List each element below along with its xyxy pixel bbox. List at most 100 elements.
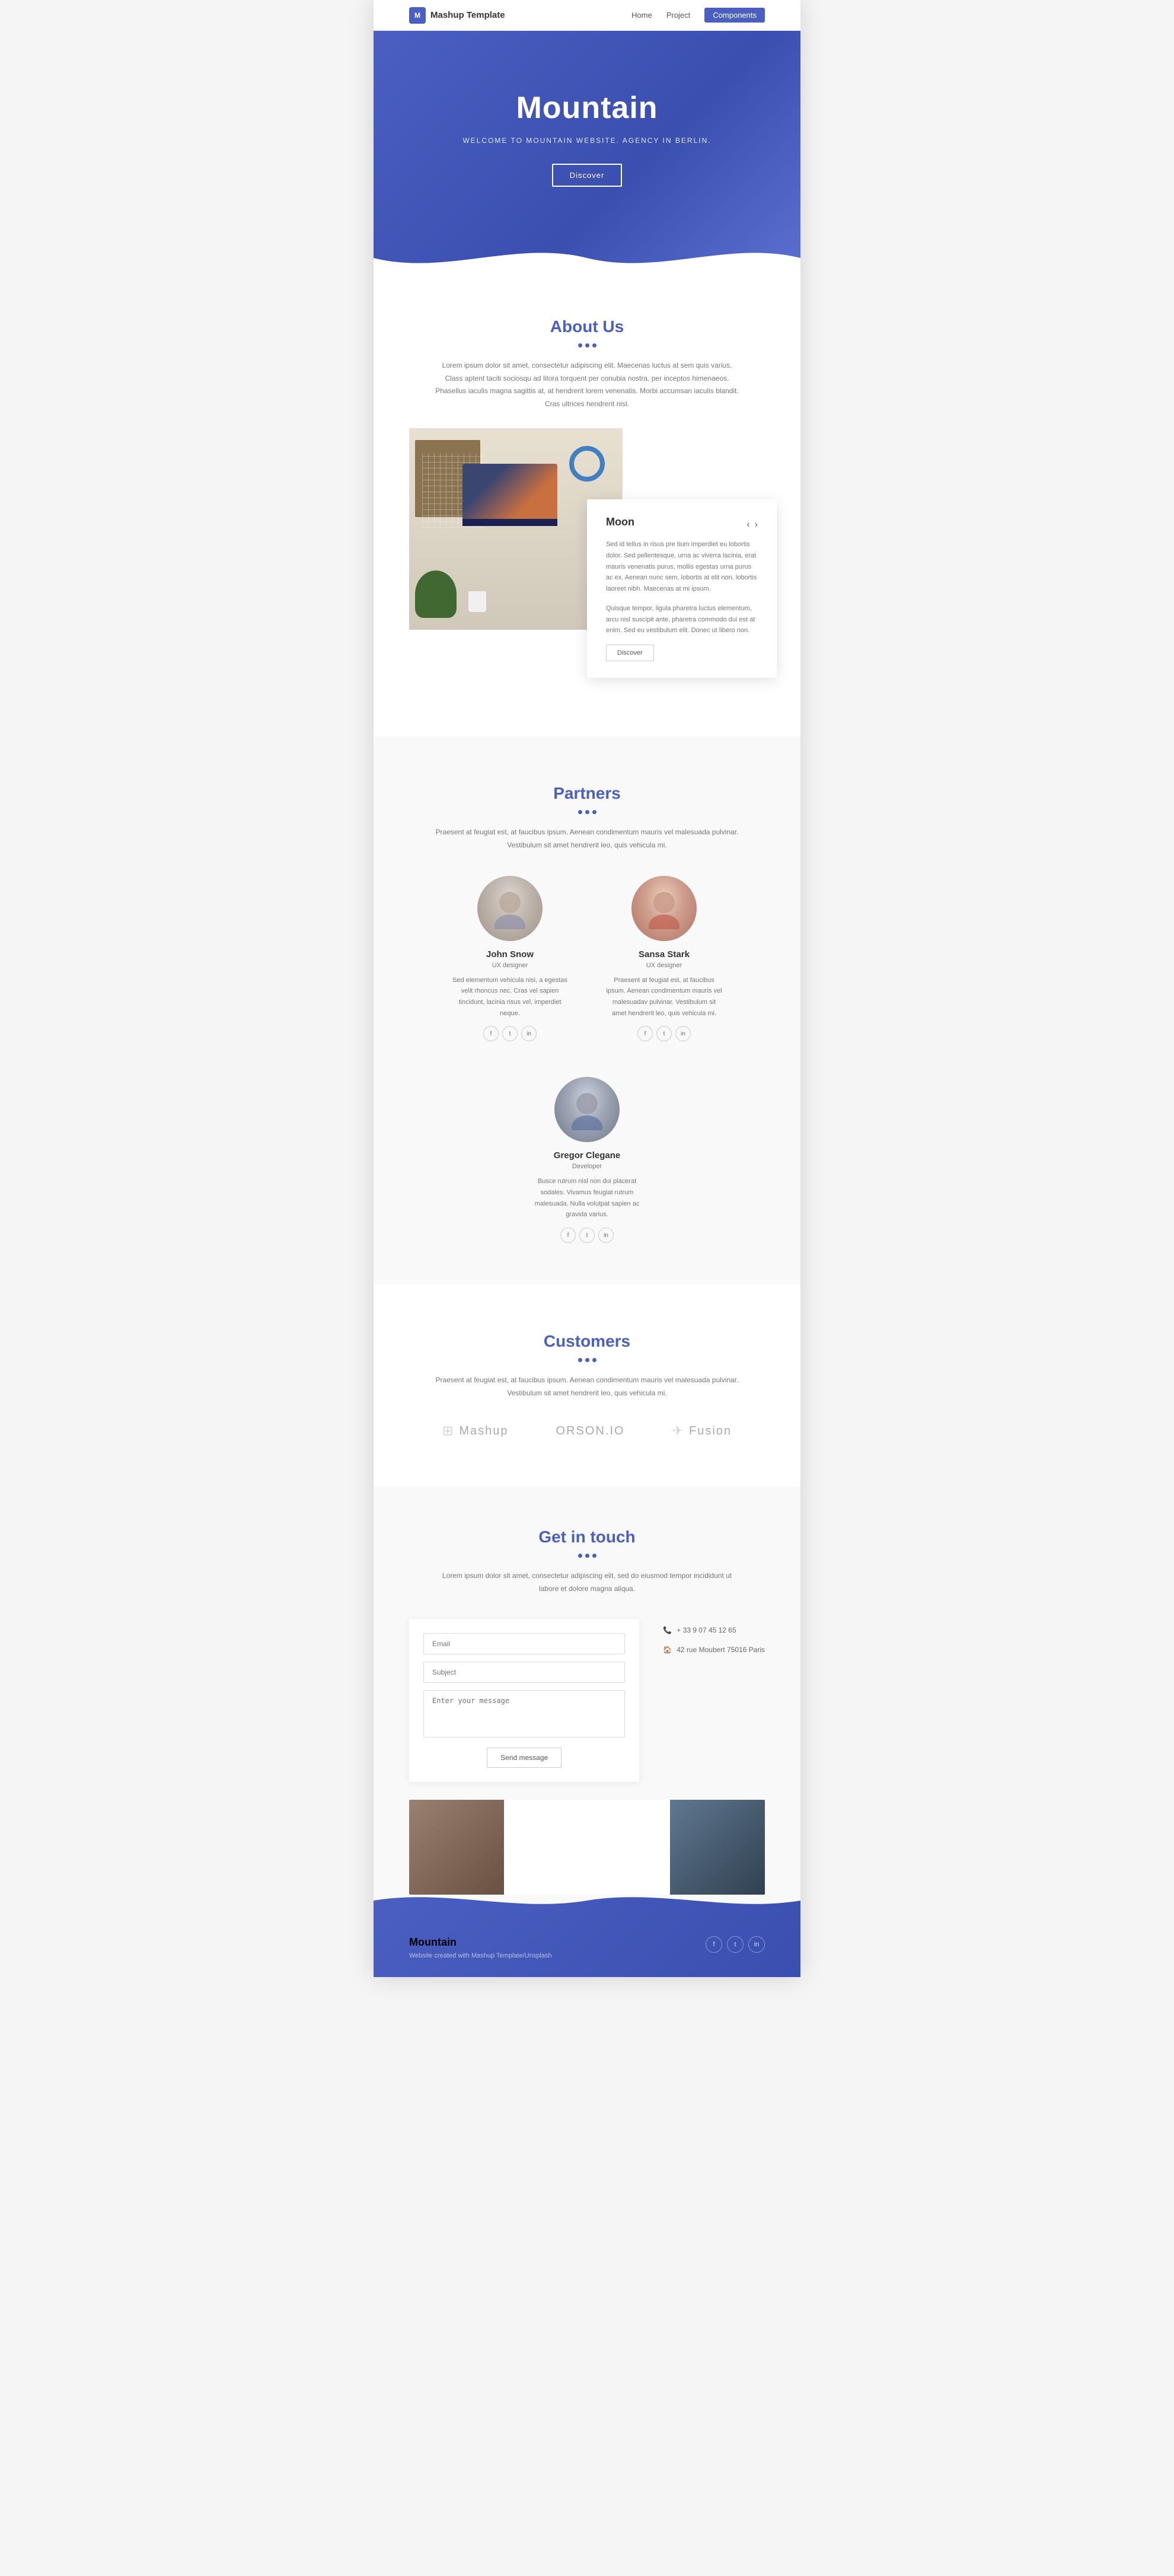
about-title: About Us — [409, 317, 765, 336]
contact-img-center — [504, 1800, 670, 1895]
send-button[interactable]: Send message — [487, 1748, 562, 1768]
partners-subtitle: Praesent at feugiat est, at faucibus ips… — [433, 826, 741, 852]
twitter-icon-1[interactable]: t — [502, 1026, 518, 1041]
twitter-icon-2[interactable]: t — [656, 1026, 672, 1041]
partner-role-1: UX designer — [451, 962, 569, 969]
partner-name-1: John Snow — [451, 949, 569, 959]
footer-wave — [374, 1895, 800, 1924]
avatar-svg-1 — [492, 888, 528, 929]
about-card: Moon ‹ › Sed id tellus in risus pre tium… — [587, 499, 777, 678]
card-title: Moon — [606, 516, 634, 528]
hero-cta-button[interactable]: Discover — [552, 164, 623, 187]
card-discover-button[interactable]: Discover — [606, 645, 654, 661]
nav-links: Home Project Components — [631, 8, 765, 23]
dot-p1 — [578, 810, 582, 814]
brand: M Mashup Template — [409, 7, 505, 24]
contact-img-right — [670, 1800, 765, 1895]
dot-3 — [592, 343, 596, 347]
customer-name-2: ORSON.IO — [556, 1424, 625, 1438]
twitter-icon-3[interactable]: t — [579, 1228, 595, 1243]
partner-card-3: Gregor Clegane Developer Busce rutrum ni… — [528, 1077, 646, 1243]
footer-facebook-icon[interactable]: f — [706, 1936, 722, 1953]
footer: Mountain Website created with Mashup Tem… — [374, 1895, 800, 1977]
subject-input[interactable] — [423, 1662, 625, 1683]
customers-dots — [409, 1358, 765, 1362]
nav-components[interactable]: Components — [704, 8, 765, 23]
about-text: Lorem ipsum dolor sit amet, consectetur … — [433, 359, 741, 410]
customers-section: Customers Praesent at feugiat est, at fa… — [374, 1284, 800, 1486]
partner-role-3: Developer — [528, 1163, 646, 1170]
customer-name-1: Mashup — [459, 1424, 508, 1438]
dot-ct2 — [585, 1554, 589, 1558]
partners-grid: John Snow UX designer Sed elementum vehi… — [409, 876, 765, 1244]
laptop-screen — [462, 464, 557, 518]
nav-home[interactable]: Home — [631, 11, 652, 20]
brand-icon: M — [409, 7, 426, 24]
about-dots — [409, 343, 765, 347]
phone-icon: 📞 — [663, 1622, 672, 1638]
partner-avatar-3 — [554, 1077, 620, 1142]
footer-linkedin-icon[interactable]: in — [748, 1936, 765, 1953]
partner-desc-2: Praesent at feugiat est, at faucibus ips… — [605, 975, 723, 1019]
desk-plant — [415, 570, 457, 618]
navbar: M Mashup Template Home Project Component… — [374, 0, 800, 31]
hero-wave — [374, 234, 800, 270]
dot-p3 — [592, 810, 596, 814]
hero-section: Mountain WELCOME TO MOUNTAIN WEBSITE. AG… — [374, 31, 800, 270]
facebook-icon-2[interactable]: f — [637, 1026, 653, 1041]
contact-dots — [409, 1554, 765, 1558]
linkedin-icon-3[interactable]: in — [598, 1228, 614, 1243]
partner-avatar-1 — [477, 876, 543, 941]
card-next-button[interactable]: › — [755, 519, 758, 530]
message-textarea[interactable] — [423, 1690, 625, 1737]
hero-subtitle: WELCOME TO MOUNTAIN WEBSITE. AGENCY IN B… — [409, 136, 765, 145]
nav-project[interactable]: Project — [666, 11, 690, 20]
customer-logo-2: ORSON.IO — [556, 1424, 625, 1438]
linkedin-icon-1[interactable]: in — [521, 1026, 537, 1041]
dot-2 — [585, 343, 589, 347]
facebook-icon-3[interactable]: f — [560, 1228, 576, 1243]
linkedin-icon-2[interactable]: in — [675, 1026, 691, 1041]
footer-social: f t in — [706, 1924, 765, 1953]
partner-card-1: John Snow UX designer Sed elementum vehi… — [451, 876, 569, 1042]
brand-name: Mashup Template — [430, 10, 505, 20]
footer-tagline: Website created with Mashup Template/Uns… — [409, 1952, 552, 1959]
partner-name-2: Sansa Stark — [605, 949, 723, 959]
contact-form: Send message — [409, 1619, 639, 1782]
desk-laptop — [462, 464, 557, 526]
desk-headphones — [569, 446, 605, 482]
email-input[interactable] — [423, 1633, 625, 1654]
partners-title: Partners — [409, 784, 765, 803]
about-section: About Us Lorem ipsum dolor sit amet, con… — [374, 270, 800, 737]
customers-logos: ⊞ Mashup ORSON.IO ✈ Fusion — [409, 1423, 765, 1439]
dot-c1 — [578, 1358, 582, 1362]
partner-card-2: Sansa Stark UX designer Praesent at feug… — [605, 876, 723, 1042]
phone-info: 📞 + 33 9 07 45 12 65 — [663, 1622, 765, 1638]
partner-avatar-2 — [631, 876, 697, 941]
partners-section: Partners Praesent at feugiat est, at fau… — [374, 737, 800, 1284]
contact-wrapper: Send message 📞 + 33 9 07 45 12 65 🏠 42 r… — [409, 1619, 765, 1782]
card-text-1: Sed id tellus in risus pre tium imperdie… — [606, 539, 758, 594]
customers-title: Customers — [409, 1332, 765, 1351]
card-prev-button[interactable]: ‹ — [746, 519, 749, 530]
dot-ct1 — [578, 1554, 582, 1558]
avatar-face-3 — [554, 1077, 620, 1142]
footer-twitter-icon[interactable]: t — [727, 1936, 744, 1953]
dot-c2 — [585, 1358, 589, 1362]
mashup-icon: ⊞ — [442, 1423, 454, 1439]
hero-title: Mountain — [409, 90, 765, 126]
footer-left: Mountain Website created with Mashup Tem… — [409, 1924, 552, 1959]
customer-name-3: Fusion — [689, 1424, 732, 1438]
fusion-icon: ✈ — [672, 1423, 684, 1439]
avatar-face-1 — [477, 876, 543, 941]
partners-dots — [409, 810, 765, 814]
partner-social-1: f t in — [451, 1026, 569, 1041]
facebook-icon-1[interactable]: f — [483, 1026, 499, 1041]
address-text: 42 rue Moubert 75016 Paris — [677, 1642, 765, 1657]
partner-name-3: Gregor Clegane — [528, 1150, 646, 1161]
dot-1 — [578, 343, 582, 347]
avatar-svg-2 — [646, 888, 682, 929]
partner-social-2: f t in — [605, 1026, 723, 1041]
address-icon: 🏠 — [663, 1642, 672, 1657]
desk-cup — [468, 591, 486, 612]
